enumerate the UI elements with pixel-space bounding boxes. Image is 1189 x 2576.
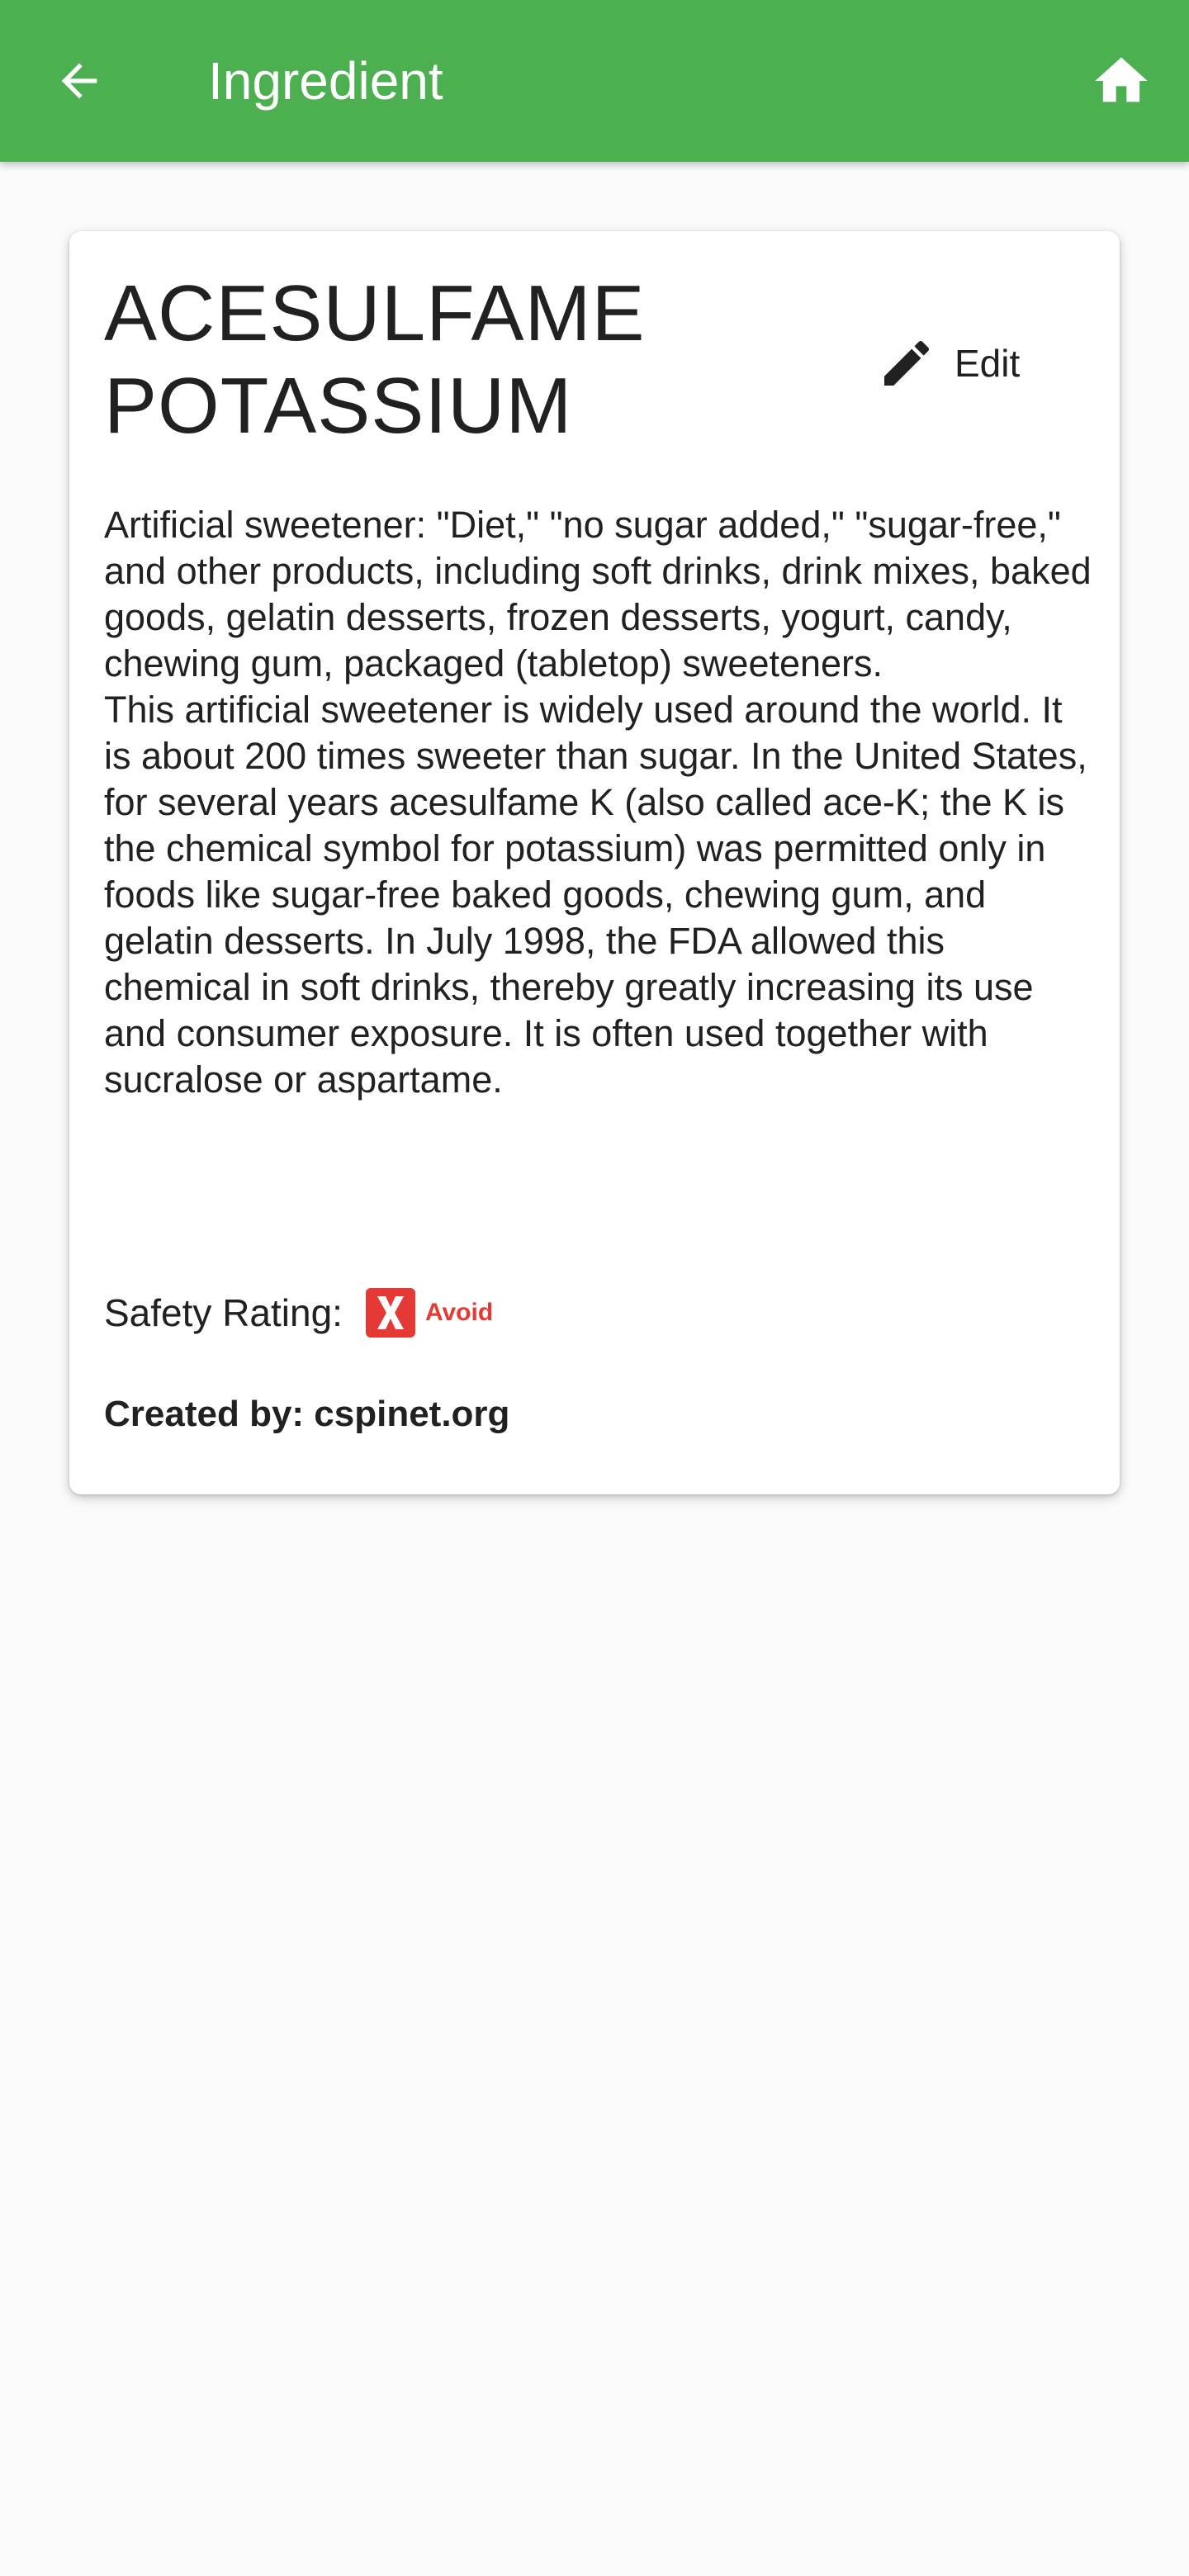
edit-label: Edit	[955, 342, 1021, 385]
back-button[interactable]	[40, 41, 119, 121]
safety-rating-value: Avoid	[424, 1299, 494, 1326]
description-paragraph: This artificial sweetener is widely used…	[104, 689, 1087, 1101]
page-title: Ingredient	[208, 51, 443, 111]
ingredient-name: ACESULFAME POTASSIUM	[104, 269, 646, 450]
safety-rating-row: Safety Rating: Avoid	[104, 1280, 493, 1346]
home-button[interactable]	[1080, 40, 1163, 122]
app-bar: Ingredient	[0, 0, 1189, 162]
x-avoid-icon	[365, 1288, 415, 1338]
pencil-icon	[875, 332, 938, 395]
edit-button[interactable]: Edit	[875, 322, 1073, 405]
created-by: Created by: cspinet.org	[104, 1394, 510, 1434]
home-icon	[1095, 57, 1148, 102]
description-paragraph: Artificial sweetener: "Diet," "no sugar …	[104, 504, 1092, 684]
safety-rating-badge: Avoid	[365, 1288, 494, 1338]
safety-rating-label: Safety Rating:	[104, 1291, 343, 1334]
arrow-left-icon	[61, 63, 97, 99]
ingredient-description: Artificial sweetener: "Diet," "no sugar …	[104, 502, 1095, 1103]
ingredient-card: ACESULFAME POTASSIUM Edit Artificial swe…	[69, 231, 1120, 1494]
